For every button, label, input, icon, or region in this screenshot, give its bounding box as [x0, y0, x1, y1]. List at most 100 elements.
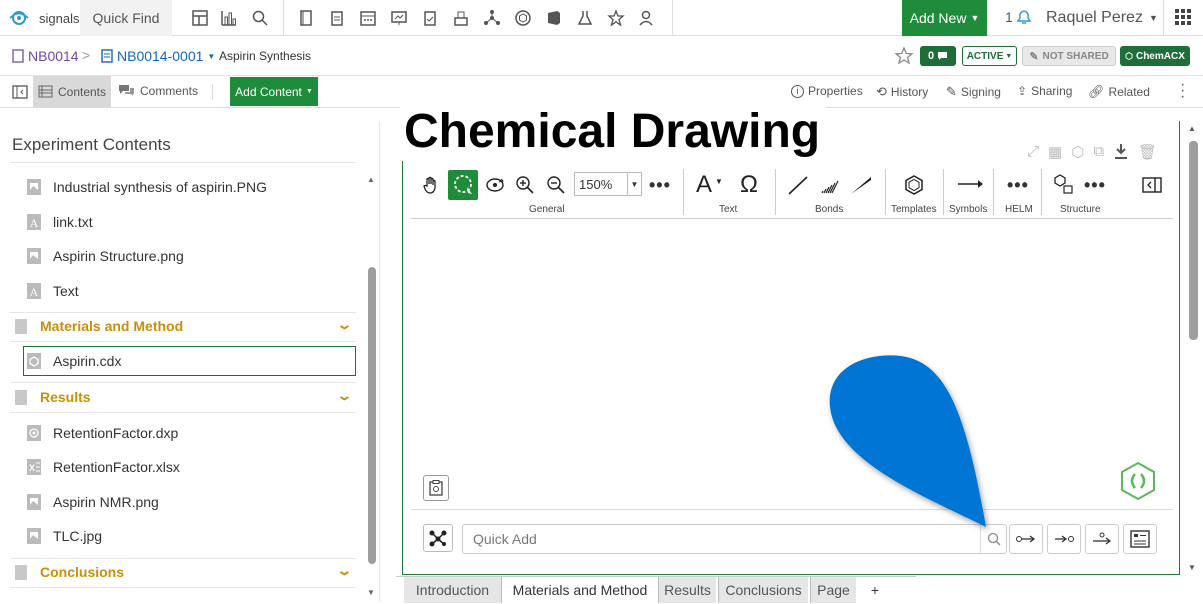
- more-vertical-icon[interactable]: · · ·: [1180, 77, 1185, 105]
- calendar-icon[interactable]: [356, 6, 380, 30]
- star-icon[interactable]: [604, 6, 628, 30]
- group-label-symbols: Symbols: [949, 204, 988, 215]
- add-new-button[interactable]: Add New ▼: [902, 0, 987, 36]
- breadcrumb-notebook[interactable]: NB0014: [12, 48, 79, 64]
- user-search-icon[interactable]: [635, 6, 659, 30]
- comments-tab[interactable]: Comments: [118, 84, 198, 98]
- panel-toggle-icon[interactable]: [1142, 177, 1162, 193]
- download-icon[interactable]: [1113, 143, 1129, 160]
- breadcrumb-experiment[interactable]: NB0014-0001 ▼: [101, 48, 215, 64]
- section-results[interactable]: Results ⌄: [10, 384, 356, 410]
- sidebar-scrollbar[interactable]: [368, 267, 376, 564]
- list-item[interactable]: A Text: [26, 279, 79, 303]
- zoom-select[interactable]: 150% ▼: [574, 172, 642, 196]
- chemacx-button[interactable]: ⬡ ChemACX: [1120, 46, 1190, 66]
- zoom-in-icon[interactable]: [515, 175, 535, 195]
- presentation-icon[interactable]: [387, 6, 411, 30]
- scroll-up-arrow[interactable]: ▲: [1188, 124, 1196, 133]
- sharing-link[interactable]: ⇪ Sharing: [1017, 84, 1072, 98]
- tab-results[interactable]: Results: [658, 577, 716, 603]
- text-tool[interactable]: A ▼: [696, 171, 727, 199]
- signing-link[interactable]: ✎ Signing: [946, 84, 1001, 100]
- list-item[interactable]: Aspirin.cdx: [26, 349, 121, 373]
- more-helm-icon[interactable]: •••: [1007, 175, 1029, 196]
- add-content-button[interactable]: Add Content ▼: [230, 77, 318, 106]
- trash-icon[interactable]: 🗑︎: [1138, 143, 1157, 161]
- list-item[interactable]: RetentionFactor.dxp: [26, 421, 178, 445]
- history-link[interactable]: ⟲ History: [876, 84, 928, 100]
- omega-symbol-icon[interactable]: Ω: [740, 171, 758, 199]
- status-dropdown[interactable]: ACTIVE ▼: [962, 46, 1017, 66]
- scroll-down-arrow[interactable]: ▼: [367, 588, 375, 597]
- collapse-panel-icon[interactable]: [12, 84, 28, 100]
- templates-icon[interactable]: [903, 174, 925, 196]
- main-scrollbar[interactable]: [1189, 141, 1198, 340]
- scroll-up-arrow[interactable]: ▲: [367, 175, 375, 184]
- caret-down-icon: ▼: [970, 13, 980, 23]
- clipboard-paste-button[interactable]: [423, 475, 449, 501]
- notifications-button[interactable]: 1: [1005, 9, 1032, 25]
- clipboard-icon[interactable]: [325, 6, 349, 30]
- item-label: Text: [53, 283, 79, 299]
- structure-tool-icon[interactable]: [1053, 173, 1075, 195]
- clipboard-icon: [429, 480, 443, 496]
- hashed-bond-icon[interactable]: [818, 174, 842, 196]
- quick-find-button[interactable]: Quick Find: [80, 0, 172, 36]
- chemdraw-logo-icon: [1118, 461, 1158, 501]
- more-structure-icon[interactable]: •••: [1084, 175, 1106, 196]
- add-tab-button[interactable]: +: [864, 577, 886, 603]
- search-icon[interactable]: [248, 6, 272, 30]
- list-item[interactable]: Industrial synthesis of aspirin.PNG: [26, 175, 267, 199]
- list-item[interactable]: TLC.jpg: [26, 524, 102, 548]
- wedge-bond-icon[interactable]: [849, 174, 873, 196]
- table-icon[interactable]: ▦: [1048, 143, 1062, 161]
- more-general-icon[interactable]: •••: [649, 175, 671, 196]
- molecule-button[interactable]: [423, 524, 453, 552]
- section-conclusions[interactable]: Conclusions ⌄: [10, 559, 356, 585]
- copy-icon[interactable]: ⧉: [1093, 143, 1104, 161]
- hexagon-icon[interactable]: [511, 6, 535, 30]
- expand-icon[interactable]: ⤢: [1027, 143, 1039, 161]
- section-materials[interactable]: Materials and Method ⌄: [10, 313, 356, 339]
- list-item[interactable]: X RetentionFactor.xlsx: [26, 455, 180, 479]
- list-item[interactable]: Aspirin Structure.png: [26, 244, 184, 268]
- tab-introduction[interactable]: Introduction: [404, 577, 502, 603]
- list-item[interactable]: A link.txt: [26, 210, 93, 234]
- chart-icon[interactable]: [217, 6, 241, 30]
- single-bond-icon[interactable]: [787, 174, 811, 196]
- signals-logo[interactable]: signals: [8, 9, 79, 27]
- dashboard-icon[interactable]: [188, 6, 212, 30]
- hexagon-icon[interactable]: ⬡: [1071, 143, 1084, 161]
- apps-grid-icon[interactable]: [1174, 8, 1192, 26]
- user-menu[interactable]: Raquel Perez ▼: [1046, 9, 1158, 27]
- properties-link[interactable]: i Properties: [791, 84, 863, 98]
- related-link[interactable]: 🔗︎ Related: [1088, 84, 1150, 100]
- contents-tab[interactable]: Contents: [33, 76, 111, 107]
- instrument-icon[interactable]: [449, 6, 473, 30]
- tab-materials[interactable]: Materials and Method: [504, 577, 656, 603]
- reagent-arrow-button[interactable]: [1085, 524, 1119, 554]
- favorite-star-icon[interactable]: [894, 46, 914, 66]
- item-label: TLC.jpg: [53, 528, 103, 544]
- task-icon[interactable]: [418, 6, 442, 30]
- flask-icon[interactable]: [573, 6, 597, 30]
- reaction-table-icon: [1130, 530, 1150, 548]
- arrow-symbol-icon[interactable]: [956, 177, 984, 191]
- hand-tool-icon[interactable]: [421, 175, 441, 195]
- lasso-select-tool[interactable]: [448, 170, 478, 200]
- list-item[interactable]: Aspirin NMR.png: [26, 490, 159, 514]
- zoom-out-icon[interactable]: [546, 175, 566, 195]
- tab-conclusions[interactable]: Conclusions: [718, 577, 808, 603]
- tab-page[interactable]: Page: [810, 577, 856, 603]
- notebook-icon[interactable]: [294, 6, 318, 30]
- rotate-tool-icon[interactable]: [484, 175, 506, 195]
- reactant-arrow-button[interactable]: [1009, 524, 1043, 554]
- product-arrow-button[interactable]: [1047, 524, 1081, 554]
- comments-badge[interactable]: 0: [920, 46, 956, 66]
- office-icon[interactable]: [542, 6, 566, 30]
- experiment-icon: [101, 49, 113, 63]
- reaction-table-button[interactable]: [1123, 524, 1157, 554]
- scroll-down-arrow[interactable]: ▼: [1188, 563, 1196, 572]
- sharing-status[interactable]: ✎ NOT SHARED: [1022, 46, 1116, 66]
- network-icon[interactable]: [480, 6, 504, 30]
